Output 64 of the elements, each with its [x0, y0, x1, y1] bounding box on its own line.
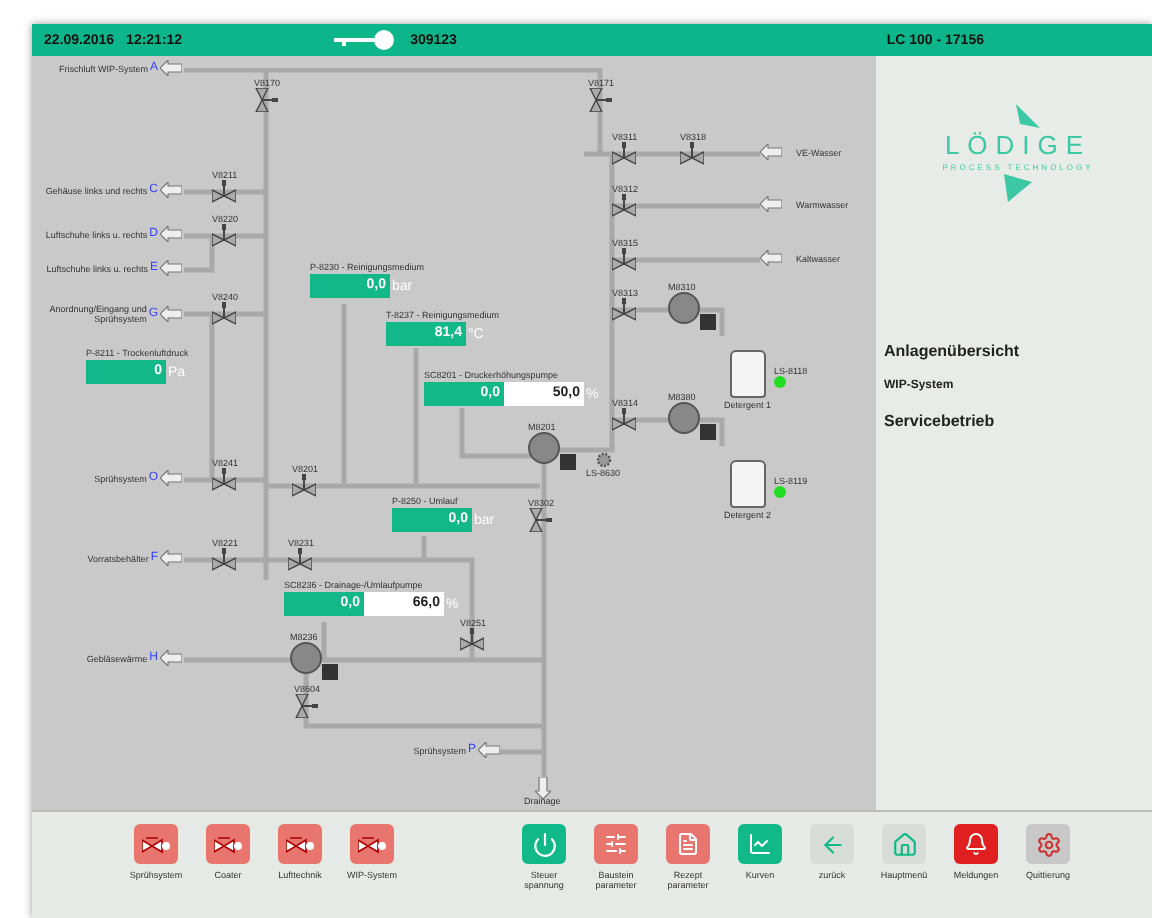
pump-icon[interactable] [668, 292, 716, 332]
arrow-icon [160, 550, 182, 566]
valve-icon[interactable] [612, 408, 636, 432]
valve-icon[interactable] [612, 298, 636, 322]
valve-icon[interactable] [212, 468, 236, 492]
valve-icon[interactable] [292, 474, 316, 498]
gear-icon [1035, 831, 1061, 857]
gear-button[interactable] [1026, 824, 1070, 864]
power-icon [531, 831, 557, 857]
logo-text: LÖDIGE [944, 130, 1092, 160]
arrow-icon [760, 250, 782, 266]
arrow-icon [160, 650, 182, 666]
valve-button[interactable] [134, 824, 178, 864]
logo-mark-icon [1004, 174, 1032, 202]
sliders-button[interactable] [594, 824, 638, 864]
arrow-icon [160, 260, 182, 276]
valve-button[interactable] [350, 824, 394, 864]
bell-icon [964, 832, 988, 856]
arrow-icon [160, 470, 182, 486]
valve-icon [286, 835, 314, 853]
valve-icon[interactable] [612, 194, 636, 218]
arrow-icon [760, 196, 782, 212]
chart-icon [748, 832, 772, 856]
document-icon [676, 832, 700, 856]
logo-mark-icon [1016, 104, 1040, 128]
tank-icon [729, 350, 766, 398]
valve-icon[interactable] [212, 302, 236, 326]
key-icon [334, 30, 399, 50]
valve-icon[interactable] [528, 508, 552, 532]
valve-icon[interactable] [212, 180, 236, 204]
arrow-icon [160, 182, 182, 198]
arrow-icon [160, 60, 182, 76]
sliders-icon [604, 832, 628, 856]
gear-icon [595, 452, 611, 468]
arrow-icon [534, 777, 551, 799]
valve-icon[interactable] [212, 224, 236, 248]
valve-icon[interactable] [294, 694, 318, 718]
bell-button[interactable] [954, 824, 998, 864]
valve-icon [142, 835, 170, 853]
pump-icon[interactable] [290, 642, 338, 682]
valve-icon[interactable] [680, 142, 704, 166]
valve-icon[interactable] [288, 548, 312, 572]
valve-icon[interactable] [254, 88, 278, 112]
valve-icon [358, 835, 386, 853]
document-button[interactable] [666, 824, 710, 864]
arrow-icon [760, 144, 782, 160]
valve-icon[interactable] [612, 248, 636, 272]
pump-icon[interactable] [528, 432, 576, 472]
valve-button[interactable] [278, 824, 322, 864]
tank-icon [729, 460, 766, 508]
status-text: Servicebetrieb [884, 412, 997, 430]
pump-icon[interactable] [668, 402, 716, 442]
home-icon [891, 831, 917, 857]
valve-icon[interactable] [212, 548, 236, 572]
valve-icon[interactable] [460, 628, 484, 652]
arrow-icon [478, 742, 500, 758]
valve-icon[interactable] [612, 142, 636, 166]
valve-icon [214, 835, 242, 853]
back-arrow-icon [819, 831, 845, 857]
valve-icon[interactable] [588, 88, 612, 112]
arrow-icon [160, 226, 182, 242]
arrow-icon [160, 306, 182, 322]
status-text: Anlagenübersicht [884, 342, 1022, 360]
valve-button[interactable] [206, 824, 250, 864]
